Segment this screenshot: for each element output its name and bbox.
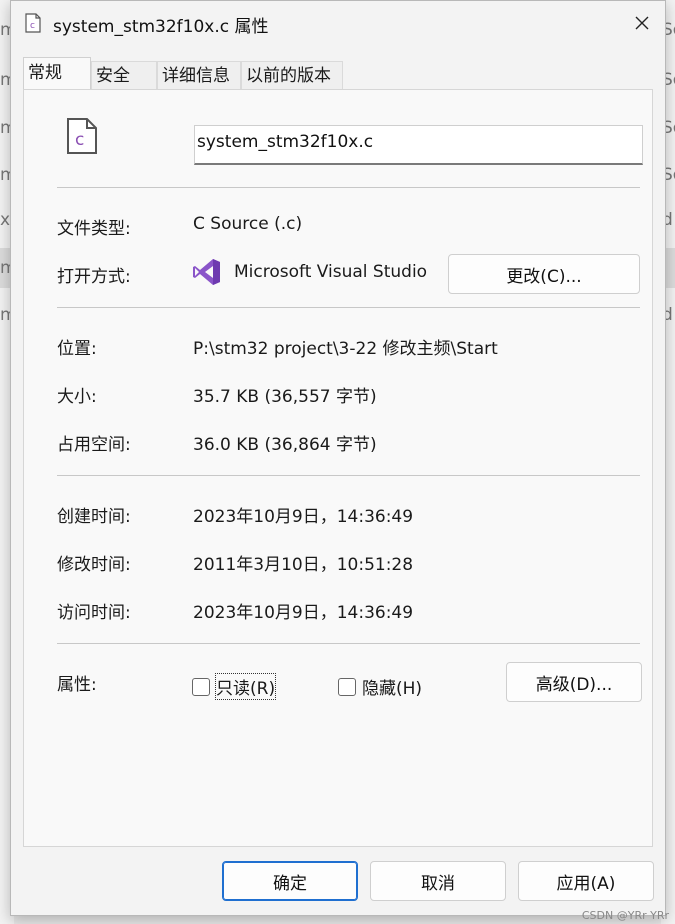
apply-button[interactable]: 应用(A): [518, 861, 654, 901]
readonly-checkbox[interactable]: 只读(R): [192, 673, 277, 700]
open-with-value: Microsoft Visual Studio: [234, 262, 428, 282]
accessed-label: 访问时间:: [57, 603, 131, 623]
hidden-checkbox[interactable]: 隐藏(H): [338, 674, 422, 699]
title-bar[interactable]: c system_stm32f10x.c 属性: [11, 1, 665, 47]
general-panel: c 文件类型: C Source (.c) 打开方式: Microsoft Vi…: [23, 89, 653, 847]
divider: [57, 475, 640, 476]
created-label: 创建时间:: [57, 507, 131, 527]
tab-general[interactable]: 常规: [23, 57, 91, 89]
disk-size-value: 36.0 KB (36,864 字节): [193, 435, 377, 455]
attributes-label: 属性:: [57, 675, 97, 695]
accessed-value: 2023年10月9日，14:36:49: [193, 603, 414, 623]
hidden-checkbox-box[interactable]: [338, 677, 356, 696]
tab-security[interactable]: 安全: [91, 61, 157, 89]
location-label: 位置:: [57, 339, 97, 359]
file-type-value: C Source (.c): [193, 214, 303, 234]
readonly-checkbox-box[interactable]: [192, 677, 210, 696]
file-type-label: 文件类型:: [57, 219, 131, 239]
disk-size-label: 占用空间:: [57, 435, 131, 455]
properties-dialog: c system_stm32f10x.c 属性 常规 安全 详细信息 以前的版本…: [10, 0, 666, 916]
open-with-label: 打开方式:: [57, 267, 131, 287]
close-button[interactable]: [619, 1, 665, 45]
advanced-button[interactable]: 高级(D)...: [506, 662, 642, 702]
location-value: P:\stm32 project\3-22 修改主频\Start: [193, 339, 498, 359]
c-file-icon: c: [25, 13, 41, 33]
visual-studio-icon: [193, 259, 220, 285]
tab-previous-versions[interactable]: 以前的版本: [241, 61, 343, 89]
size-value: 35.7 KB (36,557 字节): [193, 387, 377, 407]
divider: [57, 307, 640, 308]
ok-button[interactable]: 确定: [222, 861, 358, 901]
c-file-icon-letter: c: [30, 21, 35, 31]
watermark-text: CSDN @YRr YRr: [581, 909, 669, 922]
modified-value: 2011年3月10日，10:51:28: [193, 555, 414, 575]
change-button[interactable]: 更改(C)...: [448, 254, 640, 294]
file-name-input[interactable]: [194, 125, 643, 165]
c-file-large-icon-letter: c: [75, 130, 84, 150]
size-label: 大小:: [57, 387, 97, 407]
hidden-checkbox-label[interactable]: 隐藏(H): [362, 674, 422, 699]
divider: [57, 643, 640, 644]
created-value: 2023年10月9日，14:36:49: [193, 507, 414, 527]
readonly-checkbox-label[interactable]: 只读(R): [214, 673, 277, 700]
modified-label: 修改时间:: [57, 555, 131, 575]
close-icon: [635, 16, 649, 30]
tab-details[interactable]: 详细信息: [157, 61, 241, 89]
cancel-button[interactable]: 取消: [370, 861, 506, 901]
divider: [57, 187, 640, 188]
c-file-large-icon: c: [67, 118, 97, 154]
window-title: system_stm32f10x.c 属性: [53, 17, 269, 37]
